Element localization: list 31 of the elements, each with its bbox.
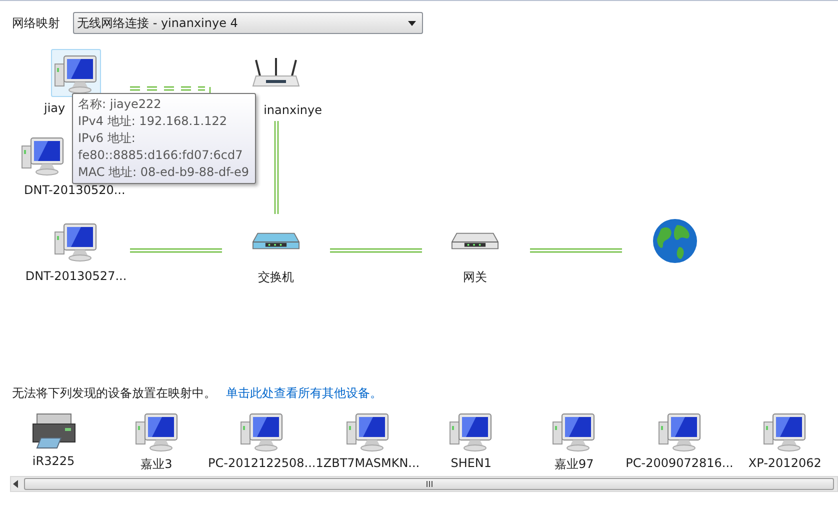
- view-other-devices-link[interactable]: 单击此处查看所有其他设备。: [226, 385, 382, 402]
- device-label: SHEN1: [450, 456, 492, 470]
- scroll-left-icon: [11, 480, 21, 488]
- device-label: 嘉业3: [140, 456, 172, 473]
- tooltip-line: 名称: jiaye222: [78, 96, 162, 113]
- device-label: iR3225: [32, 454, 75, 468]
- device-label: 嘉业97: [554, 456, 594, 473]
- unplaced-devices-message: 无法将下列发现的设备放置在映射中。: [12, 385, 216, 402]
- device-label: inanxinye: [264, 103, 322, 117]
- device-label: PC-2009072816...: [626, 456, 734, 470]
- tooltip-line: IPv4 地址: 192.168.1.122: [78, 113, 228, 130]
- scroll-thumb[interactable]: [24, 478, 834, 490]
- device-label: 交换机: [258, 269, 294, 286]
- device-node[interactable]: [650, 217, 700, 265]
- map-label: 网络映射: [12, 14, 60, 32]
- grip-icon: [426, 481, 432, 487]
- tooltip-line: MAC 地址: 08-ed-b9-88-df-e9: [78, 164, 250, 181]
- tooltip-line: IPv6 地址:: [78, 130, 136, 147]
- device-label: DNT-20130527...: [25, 269, 127, 283]
- horizontal-scrollbar[interactable]: [10, 476, 838, 492]
- device-label: PC-2012122508...: [208, 456, 316, 470]
- device-label: XP-2012062: [748, 456, 822, 470]
- device-label: 网关: [463, 269, 487, 286]
- globe-icon: [651, 217, 699, 265]
- device-label: jiay: [44, 101, 66, 115]
- device-node[interactable]: [51, 49, 101, 97]
- network-dropdown[interactable]: 无线网络连接 - yinanxinye 4: [73, 12, 423, 34]
- dropdown-arrow-icon: [408, 20, 416, 26]
- tooltip-line: fe80::8885:d166:fd07:6cd7: [78, 147, 244, 164]
- device-label: DNT-20130520...: [24, 183, 126, 197]
- device-label: 1ZBT7MASMKN...: [316, 456, 420, 470]
